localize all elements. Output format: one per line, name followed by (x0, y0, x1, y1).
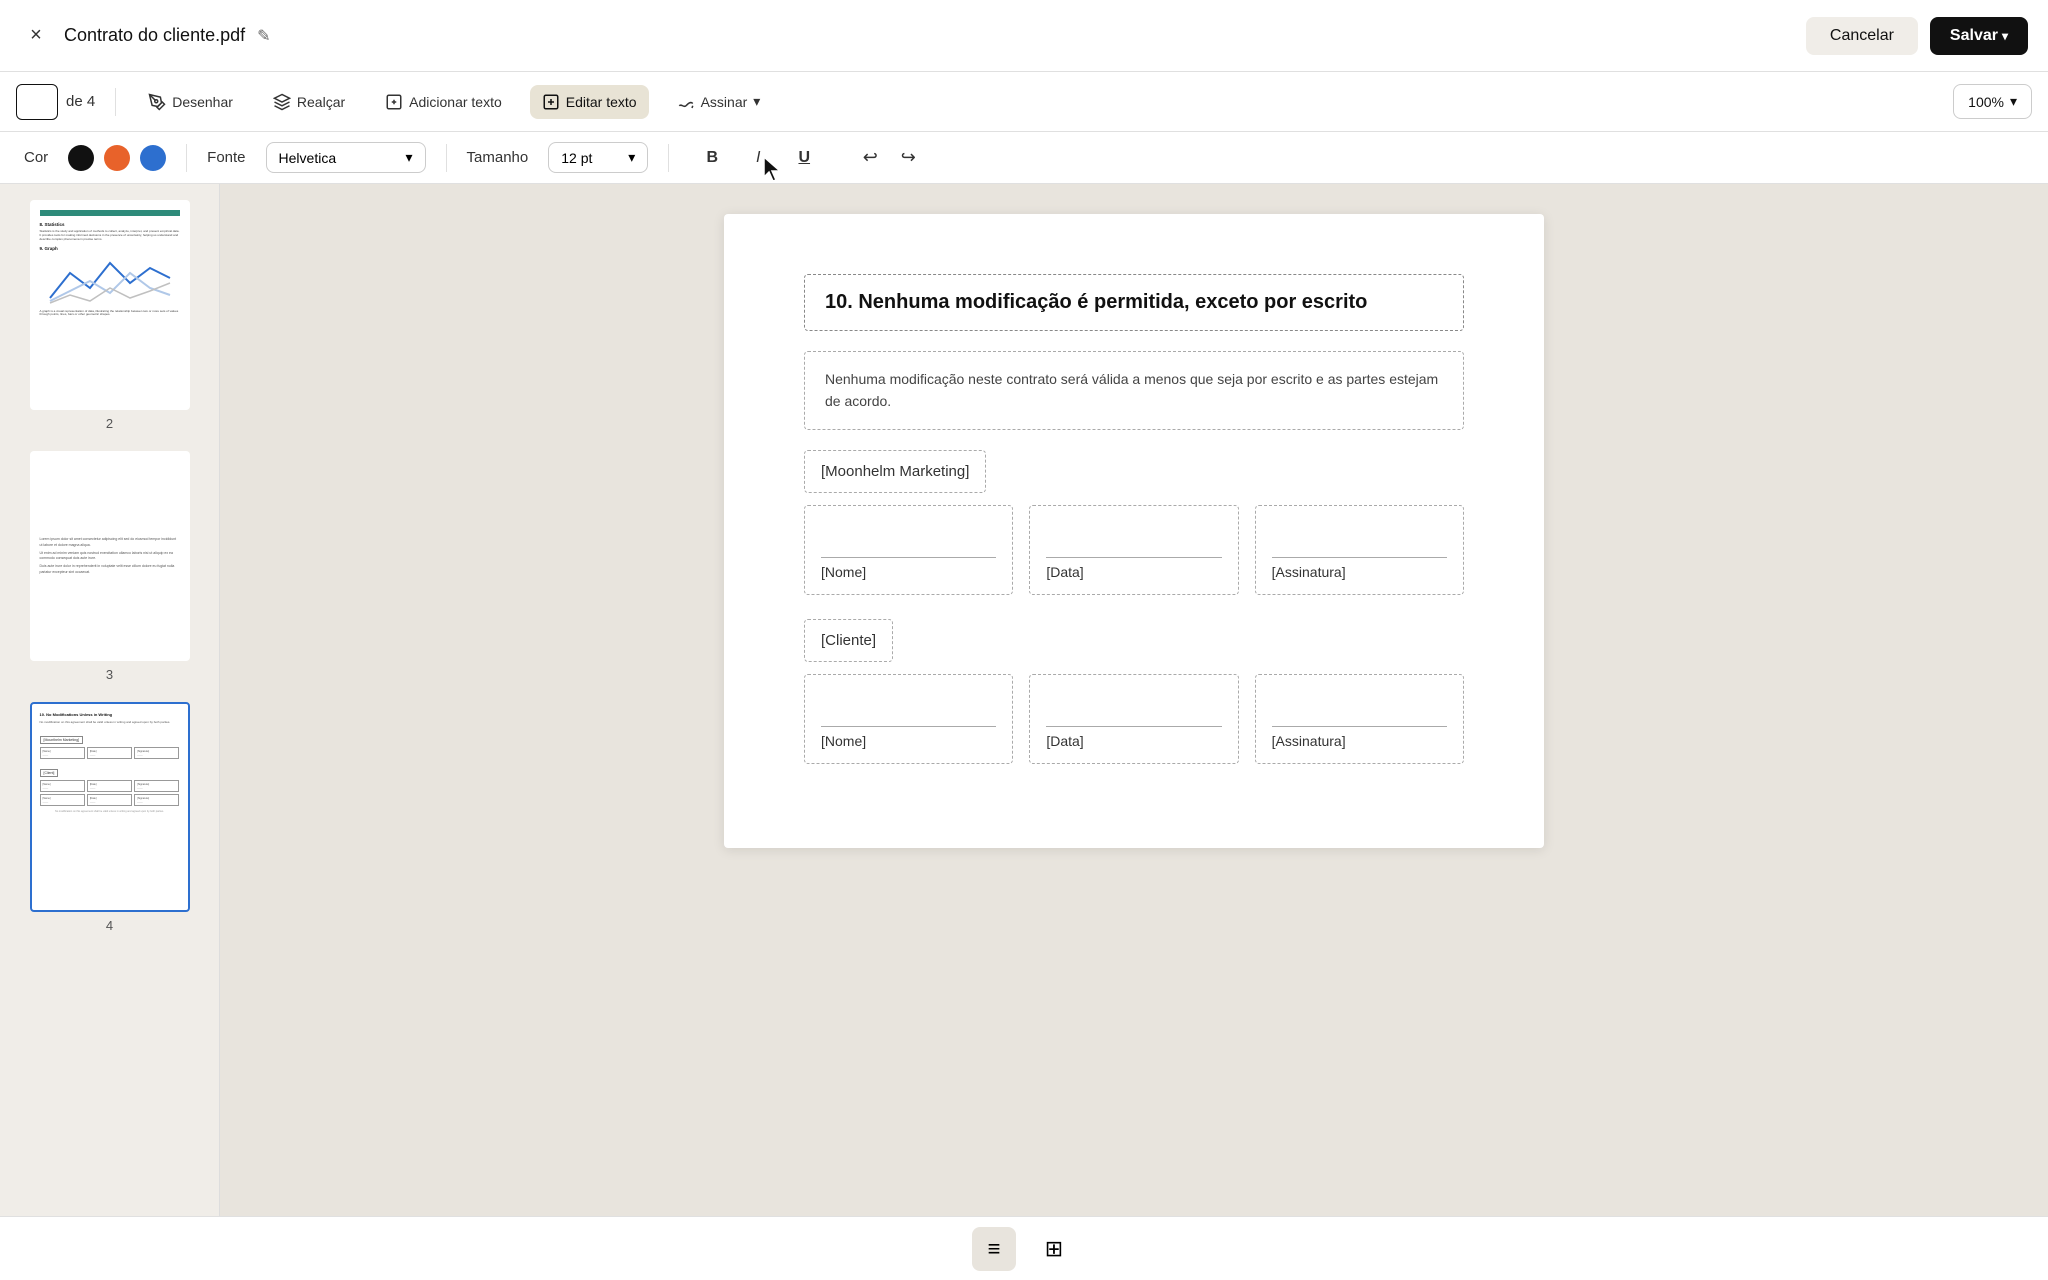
color-swatches (68, 145, 166, 171)
page-number-input[interactable]: 4 (16, 84, 58, 120)
format-divider-3 (668, 144, 669, 172)
company-label: [Moonhelm Marketing] (821, 463, 969, 480)
company-signature-section: [Moonhelm Marketing] [Nome] [Data] [Assi… (804, 450, 1464, 595)
thumbnail-page-4[interactable]: 10. No Modifications Unless in Writing N… (12, 702, 207, 933)
format-divider-1 (186, 144, 187, 172)
client-date-cell[interactable]: [Data] (1029, 674, 1238, 764)
bottom-navigation: ≡ ⊞ (0, 1216, 2048, 1280)
main-toolbar: 4 de 4 Desenhar Realçar Adicionar texto (0, 72, 2048, 132)
format-bar: Cor Fonte Helvetica ▾ Tamanho 12 pt ▾ B … (0, 132, 2048, 184)
font-dropdown-chevron: ▾ (406, 149, 413, 166)
sign-icon (677, 93, 695, 111)
section-heading-text: 10. Nenhuma modificação é permitida, exc… (825, 291, 1367, 313)
client-signature-label: [Assinatura] (1272, 733, 1447, 749)
client-name-line (821, 726, 996, 727)
client-signature-row: [Nome] [Data] [Assinatura] (804, 674, 1464, 764)
add-text-tool-button[interactable]: Adicionar texto (373, 85, 514, 119)
edit-text-tool-button[interactable]: Editar texto (530, 85, 649, 119)
section-body-box[interactable]: Nenhuma modificação neste contrato será … (804, 351, 1464, 430)
client-signature-cell[interactable]: [Assinatura] (1255, 674, 1464, 764)
bold-button[interactable]: B (697, 143, 727, 173)
page-navigation: 4 de 4 (16, 84, 95, 120)
client-label-box[interactable]: [Cliente] (804, 619, 893, 662)
cancel-button[interactable]: Cancelar (1806, 17, 1918, 55)
highlight-icon (273, 93, 291, 111)
draw-tool-button[interactable]: Desenhar (136, 85, 245, 119)
redo-button[interactable]: ↪ (893, 143, 923, 173)
edit-title-icon[interactable]: ✎ (257, 26, 270, 46)
company-signature-cell[interactable]: [Assinatura] (1255, 505, 1464, 595)
company-date-label: [Data] (1046, 564, 1221, 580)
page-sidebar: 8. Statistics Statistics is the study an… (0, 184, 220, 1216)
company-date-line (1046, 557, 1221, 558)
app-header: × Contrato do cliente.pdf ✎ Cancelar Sal… (0, 0, 2048, 72)
size-dropdown-chevron: ▾ (628, 149, 635, 166)
format-divider-2 (446, 144, 447, 172)
company-name-line (821, 557, 996, 558)
client-date-line (1046, 726, 1221, 727)
close-button[interactable]: × (20, 20, 52, 52)
client-name-label: [Nome] (821, 733, 996, 749)
company-name-cell[interactable]: [Nome] (804, 505, 1013, 595)
save-dropdown-chevron: ▾ (2002, 29, 2008, 43)
company-sig-line (1272, 557, 1447, 558)
grid-view-button[interactable]: ⊞ (1032, 1227, 1076, 1271)
grid-view-icon: ⊞ (1045, 1236, 1063, 1262)
format-actions: B I U (697, 143, 819, 173)
toolbar-left: 4 de 4 Desenhar Realçar Adicionar texto (16, 84, 1953, 120)
client-label: [Cliente] (821, 632, 876, 649)
company-date-cell[interactable]: [Data] (1029, 505, 1238, 595)
draw-icon (148, 93, 166, 111)
undo-button[interactable]: ↩ (855, 143, 885, 173)
thumbnail-page-3[interactable]: Lorem ipsum dolor sit amet consectetur a… (12, 451, 207, 682)
add-text-icon (385, 93, 403, 111)
color-label: Cor (24, 149, 48, 166)
size-label: Tamanho (467, 149, 529, 166)
list-view-button[interactable]: ≡ (972, 1227, 1016, 1271)
save-button[interactable]: Salvar ▾ (1930, 17, 2028, 55)
thumbnail-page-number-3: 3 (106, 667, 113, 682)
thumbnail-page-2[interactable]: 8. Statistics Statistics is the study an… (12, 200, 207, 431)
header-right: Cancelar Salvar ▾ (1806, 17, 2028, 55)
color-swatch-blue[interactable] (140, 145, 166, 171)
sign-tool-button[interactable]: Assinar ▾ (665, 85, 773, 119)
company-signature-label: [Assinatura] (1272, 564, 1447, 580)
size-selector[interactable]: 12 pt ▾ (548, 142, 648, 173)
document-area: 10. Nenhuma modificação é permitida, exc… (220, 184, 2048, 1216)
italic-button[interactable]: I (743, 143, 773, 173)
edit-text-icon (542, 93, 560, 111)
client-signature-section: [Cliente] [Nome] [Data] [Assinatura] (804, 619, 1464, 764)
document-title: Contrato do cliente.pdf (64, 25, 245, 46)
thumbnail-image-2: 8. Statistics Statistics is the study an… (30, 200, 190, 410)
client-sig-line (1272, 726, 1447, 727)
header-left: × Contrato do cliente.pdf ✎ (20, 20, 271, 52)
thumbnail-image-4: 10. No Modifications Unless in Writing N… (30, 702, 190, 912)
underline-button[interactable]: U (789, 143, 819, 173)
client-date-label: [Data] (1046, 733, 1221, 749)
company-name-label: [Nome] (821, 564, 996, 580)
section-heading-box[interactable]: 10. Nenhuma modificação é permitida, exc… (804, 274, 1464, 331)
company-label-box[interactable]: [Moonhelm Marketing] (804, 450, 986, 493)
company-signature-row: [Nome] [Data] [Assinatura] (804, 505, 1464, 595)
list-view-icon: ≡ (988, 1236, 1001, 1262)
page-separator: de 4 (66, 93, 95, 110)
thumbnail-page-number-2: 2 (106, 416, 113, 431)
page-canvas: 10. Nenhuma modificação é permitida, exc… (724, 214, 1544, 848)
thumbnail-page-number-4: 4 (106, 918, 113, 933)
client-name-cell[interactable]: [Nome] (804, 674, 1013, 764)
undo-redo-controls: ↩ ↪ (855, 143, 923, 173)
color-swatch-orange[interactable] (104, 145, 130, 171)
font-selector[interactable]: Helvetica ▾ (266, 142, 426, 173)
sign-chevron-icon: ▾ (753, 93, 760, 110)
highlight-tool-button[interactable]: Realçar (261, 85, 357, 119)
toolbar-right: 100% ▾ (1953, 84, 2032, 119)
toolbar-divider-1 (115, 88, 116, 116)
color-swatch-black[interactable] (68, 145, 94, 171)
font-label: Fonte (207, 149, 245, 166)
zoom-selector[interactable]: 100% ▾ (1953, 84, 2032, 119)
section-body-text: Nenhuma modificação neste contrato será … (825, 371, 1438, 409)
main-area: 8. Statistics Statistics is the study an… (0, 184, 2048, 1216)
thumbnail-image-3: Lorem ipsum dolor sit amet consectetur a… (30, 451, 190, 661)
zoom-chevron-icon: ▾ (2010, 93, 2017, 110)
